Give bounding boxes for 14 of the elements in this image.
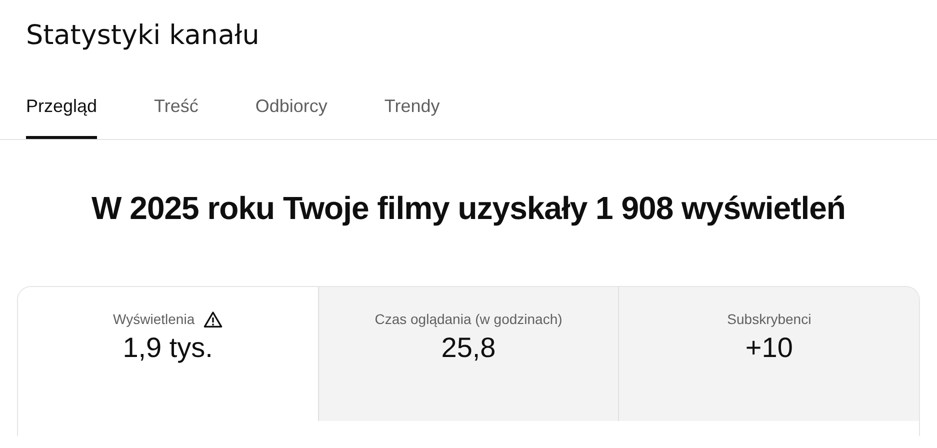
metric-label: Subskrybenci — [727, 310, 812, 329]
headline: W 2025 roku Twoje filmy uzyskały 1 908 wyświetleń — [92, 189, 846, 228]
metric-tile[interactable]: Subskrybenci +10 — [618, 287, 919, 421]
tab[interactable]: Przegląd — [26, 93, 98, 139]
page-title: Statystyki kanału — [26, 19, 260, 53]
tab[interactable]: Odbiorcy — [255, 93, 328, 139]
tab[interactable]: Treść — [154, 93, 198, 139]
metric-value: 25,8 — [441, 332, 496, 364]
tab[interactable]: Trendy — [384, 93, 440, 139]
metric-tile[interactable]: Czas oglądania (w godzinach) 25,8 — [318, 287, 618, 421]
metric-value: 1,9 tys. — [122, 332, 213, 364]
metric-label: Wyświetlenia — [113, 310, 195, 329]
metric-label: Czas oglądania (w godzinach) — [374, 310, 562, 329]
metric-value: +10 — [745, 332, 793, 364]
